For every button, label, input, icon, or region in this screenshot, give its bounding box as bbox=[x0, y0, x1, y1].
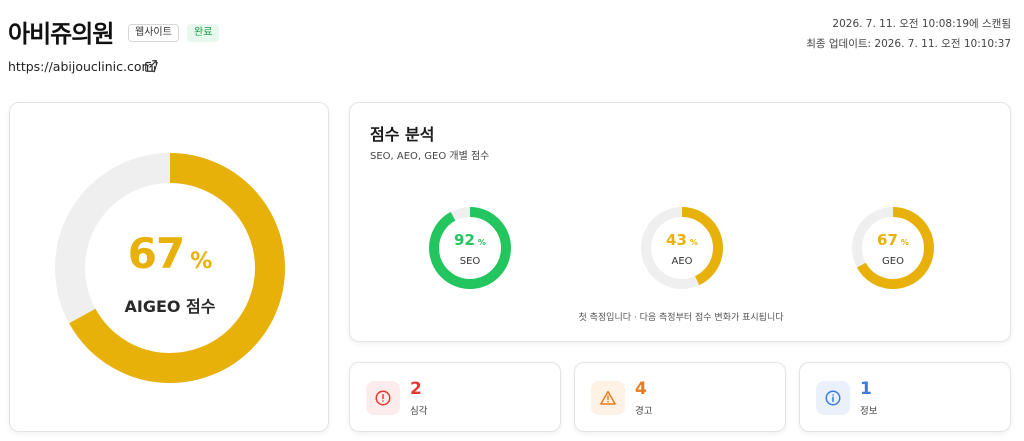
warning-issues-card[interactable]: 4 경고 bbox=[574, 362, 786, 432]
aeo-score-gauge: 43% AEO bbox=[640, 206, 724, 290]
analysis-title: 점수 분석 bbox=[370, 125, 435, 144]
site-title: 아비쥬의원 bbox=[8, 20, 114, 48]
seo-score-value: 92% bbox=[428, 230, 512, 249]
geo-score-value: 67% bbox=[851, 230, 935, 249]
aeo-score-value: 43% bbox=[640, 230, 724, 249]
seo-score-percent: % bbox=[477, 238, 486, 247]
alert-circle-icon bbox=[375, 390, 391, 406]
critical-issues-card[interactable]: 2 심각 bbox=[349, 362, 561, 432]
critical-label: 심각 bbox=[410, 406, 428, 417]
info-label: 정보 bbox=[860, 406, 878, 417]
seo-score-label: SEO bbox=[459, 256, 481, 267]
geo-score-number: 67 bbox=[877, 231, 898, 249]
warning-icon-box bbox=[591, 381, 625, 415]
report-header: 아비쥬의원 웹사이트 완료 https://abijouclinic.com/ … bbox=[0, 0, 1024, 90]
seo-score-gauge: 92% SEO bbox=[428, 206, 512, 290]
critical-icon-box bbox=[366, 381, 400, 415]
aeo-score-number: 43 bbox=[666, 231, 687, 249]
overall-score-value: 67% bbox=[10, 229, 330, 278]
geo-score-gauge: 67% GEO bbox=[851, 206, 935, 290]
site-url-link[interactable]: https://abijouclinic.com/ bbox=[8, 59, 158, 74]
info-circle-icon bbox=[825, 390, 841, 406]
score-analysis-card: 점수 분석 SEO, AEO, GEO 개별 점수 92% SEO 43% AE… bbox=[349, 102, 1011, 342]
update-timestamp: 최종 업데이트: 2026. 7. 11. 오전 10:10:37 bbox=[806, 38, 1011, 50]
seo-score-number: 92 bbox=[454, 231, 475, 249]
status-badge: 완료 bbox=[187, 24, 220, 42]
info-icon-box bbox=[816, 381, 850, 415]
geo-score-label: GEO bbox=[882, 256, 904, 267]
info-issues-card[interactable]: 1 정보 bbox=[799, 362, 1011, 432]
overall-score-label: AIGEO 점수 bbox=[124, 297, 216, 316]
geo-score-percent: % bbox=[900, 238, 909, 247]
aeo-score-percent: % bbox=[689, 238, 698, 247]
site-type-badge: 웹사이트 bbox=[128, 24, 179, 42]
overall-score-percent: % bbox=[190, 249, 213, 274]
overall-score-number: 67 bbox=[127, 229, 185, 278]
external-link-icon[interactable] bbox=[144, 58, 158, 72]
scan-timestamp: 2026. 7. 11. 오전 10:08:19에 스캔됨 bbox=[832, 18, 1011, 30]
critical-count: 2 bbox=[410, 379, 422, 399]
warning-label: 경고 bbox=[635, 406, 653, 417]
warning-count: 4 bbox=[635, 379, 647, 399]
aeo-score-label: AEO bbox=[671, 256, 693, 267]
alert-triangle-icon bbox=[600, 390, 616, 405]
overall-score-card: 67% AIGEO 점수 bbox=[9, 102, 329, 432]
info-count: 1 bbox=[860, 379, 872, 399]
analysis-note: 첫 측정입니다 · 다음 측정부터 점수 변화가 표시됩니다 bbox=[578, 313, 784, 323]
analysis-subtitle: SEO, AEO, GEO 개별 점수 bbox=[370, 151, 490, 162]
